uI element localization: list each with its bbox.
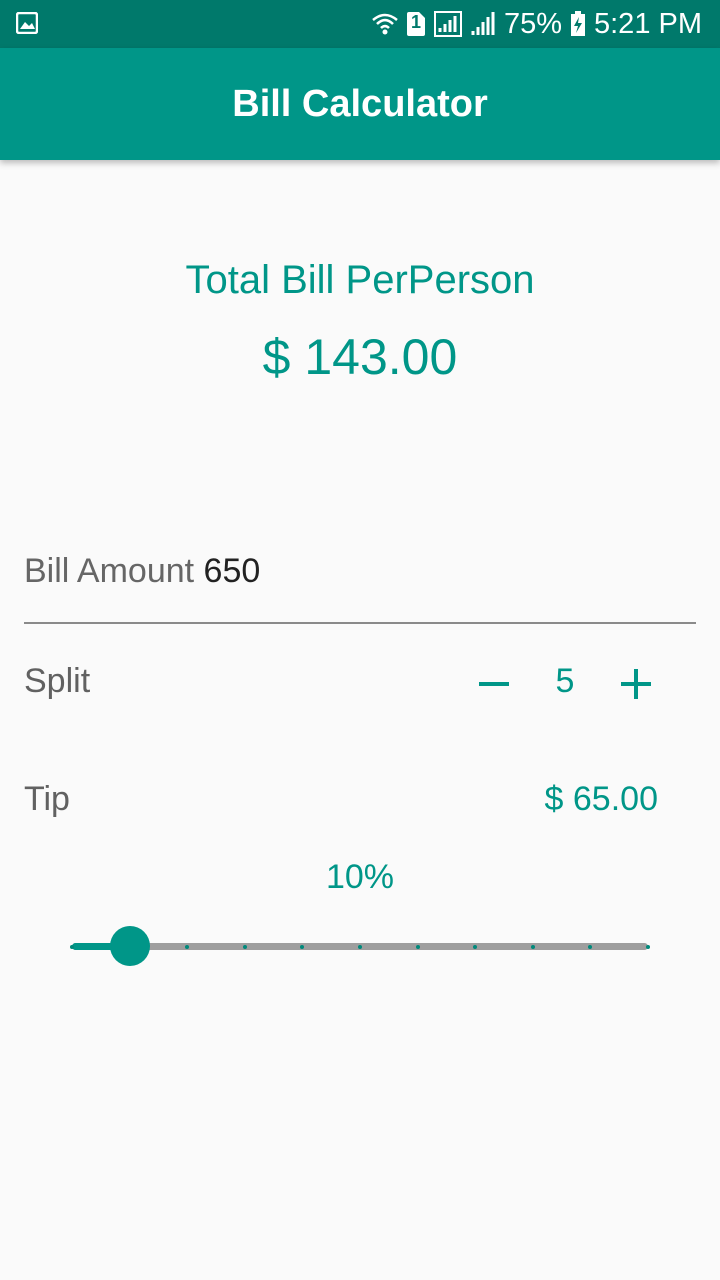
slider-tick (415, 945, 420, 949)
gallery-notification-icon (15, 11, 39, 39)
wifi-icon (372, 11, 398, 37)
split-label: Split (24, 662, 91, 700)
status-bar: 1 75% 5:21 PM (0, 0, 720, 48)
split-increment-button[interactable] (616, 664, 656, 704)
bill-amount-field[interactable]: Bill Amount 650 (24, 552, 696, 624)
app-title: Bill Calculator (232, 82, 488, 125)
tip-slider[interactable] (70, 926, 650, 966)
signal-icon (470, 11, 496, 37)
signal-icon (433, 11, 462, 37)
slider-tick (358, 945, 362, 949)
total-per-person-label: Total Bill PerPerson (185, 258, 535, 302)
tip-percent-label: 10% (325, 858, 395, 896)
slider-tick (646, 945, 650, 949)
clock: 5:21 PM (594, 7, 702, 40)
split-decrement-button[interactable] (474, 664, 514, 704)
battery-percent: 75% (503, 7, 562, 40)
slider-tick (70, 945, 74, 949)
total-per-person-value: $ 143.00 (262, 329, 458, 385)
sim-icon: 1 (406, 11, 426, 37)
app-bar: Bill Calculator (0, 48, 720, 160)
split-count: 5 (555, 662, 575, 700)
plus-icon (621, 669, 651, 699)
bill-amount-label: Bill Amount (24, 552, 195, 590)
slider-tick (530, 945, 535, 949)
tip-amount: $ 65.00 (544, 780, 658, 818)
tip-label: Tip (24, 780, 70, 818)
minus-icon (479, 682, 509, 686)
sim-label: 1 (410, 12, 421, 32)
slider-tick (242, 945, 247, 949)
battery-charging-icon (570, 11, 586, 37)
bill-amount-value[interactable]: 650 (204, 552, 261, 590)
slider-thumb[interactable] (109, 926, 150, 966)
